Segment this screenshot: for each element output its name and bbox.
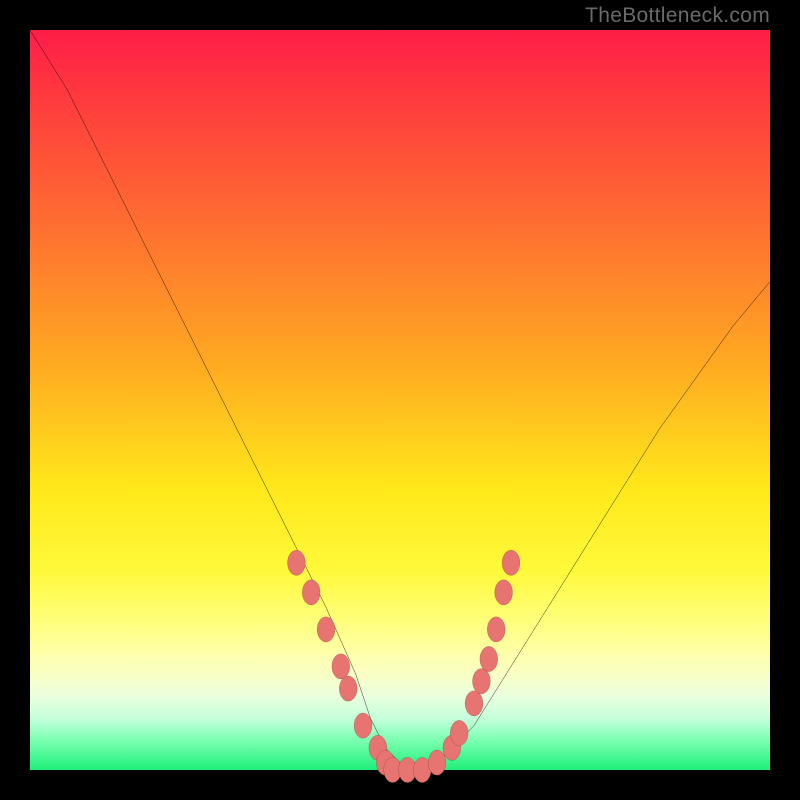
data-point <box>495 580 513 605</box>
data-point <box>465 691 483 716</box>
data-point <box>288 550 306 575</box>
data-point <box>487 617 505 642</box>
data-point <box>473 669 491 694</box>
scatter-group <box>288 550 520 782</box>
data-point <box>302 580 320 605</box>
data-point <box>502 550 520 575</box>
data-point <box>332 654 350 679</box>
data-point <box>428 750 446 775</box>
data-point <box>480 646 498 671</box>
curve-layer <box>30 30 770 770</box>
data-point <box>450 720 468 745</box>
data-point <box>317 617 335 642</box>
chart-frame: TheBottleneck.com <box>0 0 800 800</box>
watermark: TheBottleneck.com <box>585 4 770 28</box>
data-point <box>354 713 372 738</box>
data-point <box>339 676 357 701</box>
curve-path <box>30 30 770 770</box>
curve-path-group <box>30 30 770 770</box>
